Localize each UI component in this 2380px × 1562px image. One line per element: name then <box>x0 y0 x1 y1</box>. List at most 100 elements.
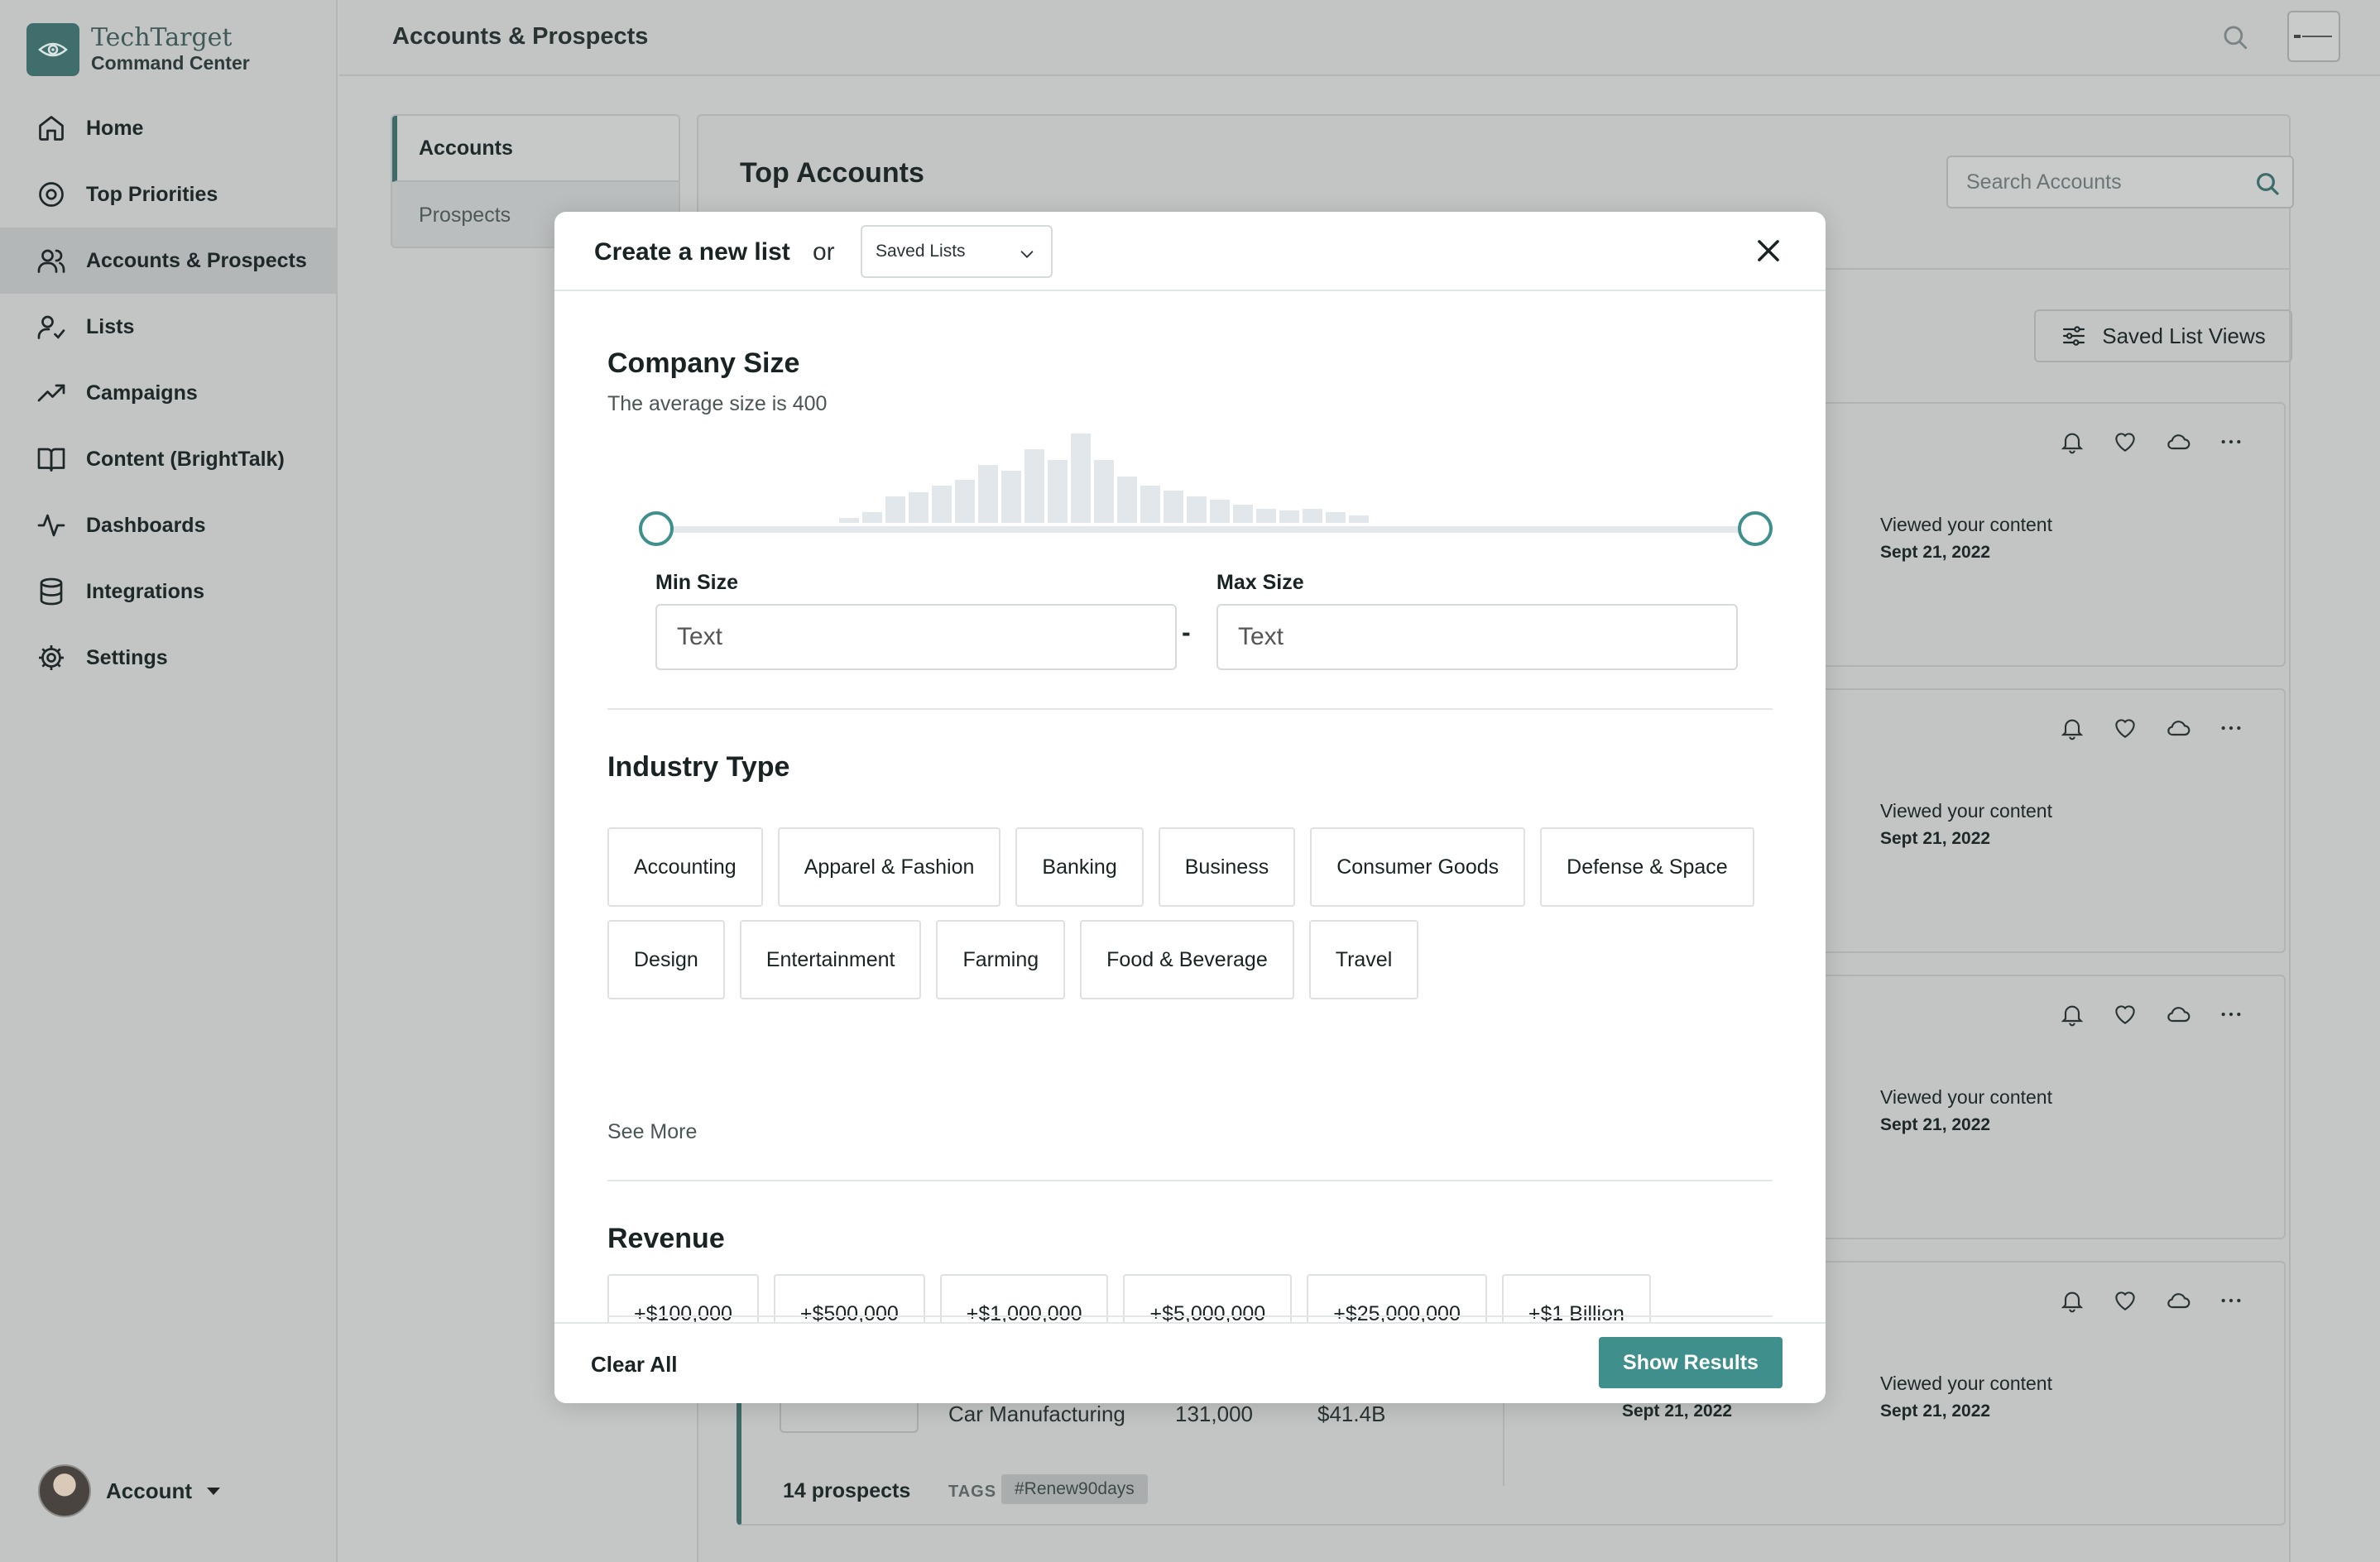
brand-name: TechTarget <box>91 22 233 52</box>
histogram-bar <box>1140 486 1160 523</box>
prospects-count[interactable]: 14 prospects <box>783 1479 910 1503</box>
histogram-bar <box>1094 460 1114 523</box>
industry-option[interactable]: Food & Beverage <box>1080 920 1294 999</box>
cloud-icon[interactable] <box>2165 1287 2191 1314</box>
industry-option[interactable]: Banking <box>1015 827 1144 907</box>
company-logo[interactable] <box>2287 11 2340 62</box>
bell-icon[interactable] <box>2059 1287 2085 1314</box>
heart-icon[interactable] <box>2112 1287 2138 1314</box>
industry-option[interactable]: Entertainment <box>739 920 922 999</box>
sidebar-item-label: Content (BrightTalk) <box>86 447 285 471</box>
industry-option[interactable]: Accounting <box>607 827 763 907</box>
saved-lists-value: Saved Lists <box>876 242 966 261</box>
sidebar-item-top-priorities[interactable]: Top Priorities <box>0 161 336 228</box>
brand[interactable]: TechTarget Command Center <box>26 23 250 76</box>
industry-option[interactable]: Travel <box>1308 920 1419 999</box>
sidebar-item-settings[interactable]: Settings <box>0 625 336 691</box>
saved-list-views-button[interactable]: Saved List Views <box>2034 309 2292 362</box>
histogram-bar <box>1164 491 1183 523</box>
histogram-bar <box>1303 509 1322 523</box>
histogram-bar <box>1326 512 1346 523</box>
industry-option[interactable]: Business <box>1158 827 1296 907</box>
show-results-button[interactable]: Show Results <box>1599 1337 1783 1388</box>
min-size-label: Min Size <box>655 571 739 594</box>
card-actions <box>2059 1001 2244 1028</box>
heart-icon[interactable] <box>2112 429 2138 455</box>
tab-accounts[interactable]: Accounts <box>392 116 679 182</box>
viewed-date: Sept 21, 2022 <box>1880 829 1991 848</box>
search-icon[interactable] <box>2254 170 2281 197</box>
search-icon[interactable] <box>2221 23 2249 55</box>
cloud-icon[interactable] <box>2165 715 2191 741</box>
search-placeholder: Search Accounts <box>1966 170 2122 194</box>
min-slider-handle[interactable] <box>639 511 674 546</box>
industry-option[interactable]: Consumer Goods <box>1310 827 1526 907</box>
histogram-bar <box>1001 471 1021 523</box>
industry-option[interactable]: Design <box>607 920 725 999</box>
histogram-bar <box>1256 509 1276 523</box>
or-label: or <box>813 238 835 266</box>
more-icon[interactable] <box>2218 429 2244 455</box>
tag-chip[interactable]: #Renew90days <box>1001 1474 1148 1504</box>
account-menu[interactable]: Account <box>38 1464 220 1517</box>
sidebar-item-integrations[interactable]: Integrations <box>0 558 336 625</box>
size-slider-track[interactable] <box>655 526 1756 533</box>
more-icon[interactable] <box>2218 1287 2244 1314</box>
industry-option[interactable]: Farming <box>936 920 1066 999</box>
sidebar-item-label: Integrations <box>86 579 205 603</box>
histogram-bar <box>1233 505 1253 523</box>
sidebar-item-home[interactable]: Home <box>0 95 336 161</box>
gear-icon <box>39 645 64 670</box>
sidebar-item-accounts-prospects[interactable]: Accounts & Prospects <box>0 228 336 294</box>
more-icon[interactable] <box>2218 1001 2244 1028</box>
more-icon[interactable] <box>2218 715 2244 741</box>
industry-type-title: Industry Type <box>607 751 790 783</box>
saved-views-label: Saved List Views <box>2102 323 2266 348</box>
viewed-date: Sept 21, 2022 <box>1880 1115 1991 1134</box>
bell-icon[interactable] <box>2059 429 2085 455</box>
sidebar-item-lists[interactable]: Lists <box>0 294 336 360</box>
close-icon[interactable] <box>1753 235 1784 266</box>
histogram-bar <box>955 480 975 523</box>
min-size-input[interactable] <box>655 604 1177 670</box>
heart-icon[interactable] <box>2112 715 2138 741</box>
book-open-icon <box>37 448 65 472</box>
sidebar-item-label: Campaigns <box>86 381 198 405</box>
bell-icon[interactable] <box>2059 715 2085 741</box>
sliders-icon <box>2063 326 2085 346</box>
section-divider <box>607 708 1773 710</box>
search-accounts-input[interactable]: Search Accounts <box>1946 156 2294 208</box>
cloud-icon[interactable] <box>2165 429 2191 455</box>
revenue-title: Revenue <box>607 1223 725 1254</box>
heart-icon[interactable] <box>2112 1001 2138 1028</box>
activity-icon <box>37 514 65 537</box>
see-more-link[interactable]: See More <box>607 1120 697 1144</box>
employees-value: 131,000 <box>1175 1401 1253 1426</box>
engagement-date: Sept 21, 2022 <box>1622 1401 1733 1421</box>
cloud-icon[interactable] <box>2165 1001 2191 1028</box>
sidebar-item-campaigns[interactable]: Campaigns <box>0 360 336 426</box>
histogram-bar <box>1279 510 1299 523</box>
bell-icon[interactable] <box>2059 1001 2085 1028</box>
max-slider-handle[interactable] <box>1738 511 1773 546</box>
industry-option[interactable]: Defense & Space <box>1540 827 1754 907</box>
industry-option[interactable]: Apparel & Fashion <box>777 827 1001 907</box>
viewed-label: Viewed your content <box>1880 514 2052 535</box>
industry-options: Accounting Apparel & Fashion Banking Bus… <box>607 827 1783 999</box>
viewed-date: Sept 21, 2022 <box>1880 1401 1991 1421</box>
histogram-bar <box>932 486 952 523</box>
last-activity: Viewed your content Sept 21, 2022 <box>1880 798 2052 852</box>
saved-lists-dropdown[interactable]: Saved Lists <box>861 225 1053 278</box>
max-size-label: Max Size <box>1216 571 1304 594</box>
histogram-bar <box>1210 500 1230 523</box>
sidebar-item-content[interactable]: Content (BrightTalk) <box>0 426 336 492</box>
clear-all-button[interactable]: Clear All <box>591 1352 678 1378</box>
viewed-date: Sept 21, 2022 <box>1880 543 1991 562</box>
user-check-icon <box>37 315 65 339</box>
section-divider <box>607 1180 1773 1181</box>
brand-subtitle: Command Center <box>91 51 250 74</box>
sidebar-item-label: Dashboards <box>86 513 206 537</box>
sidebar-item-label: Accounts & Prospects <box>86 248 307 272</box>
sidebar-item-dashboards[interactable]: Dashboards <box>0 492 336 558</box>
max-size-input[interactable] <box>1216 604 1738 670</box>
